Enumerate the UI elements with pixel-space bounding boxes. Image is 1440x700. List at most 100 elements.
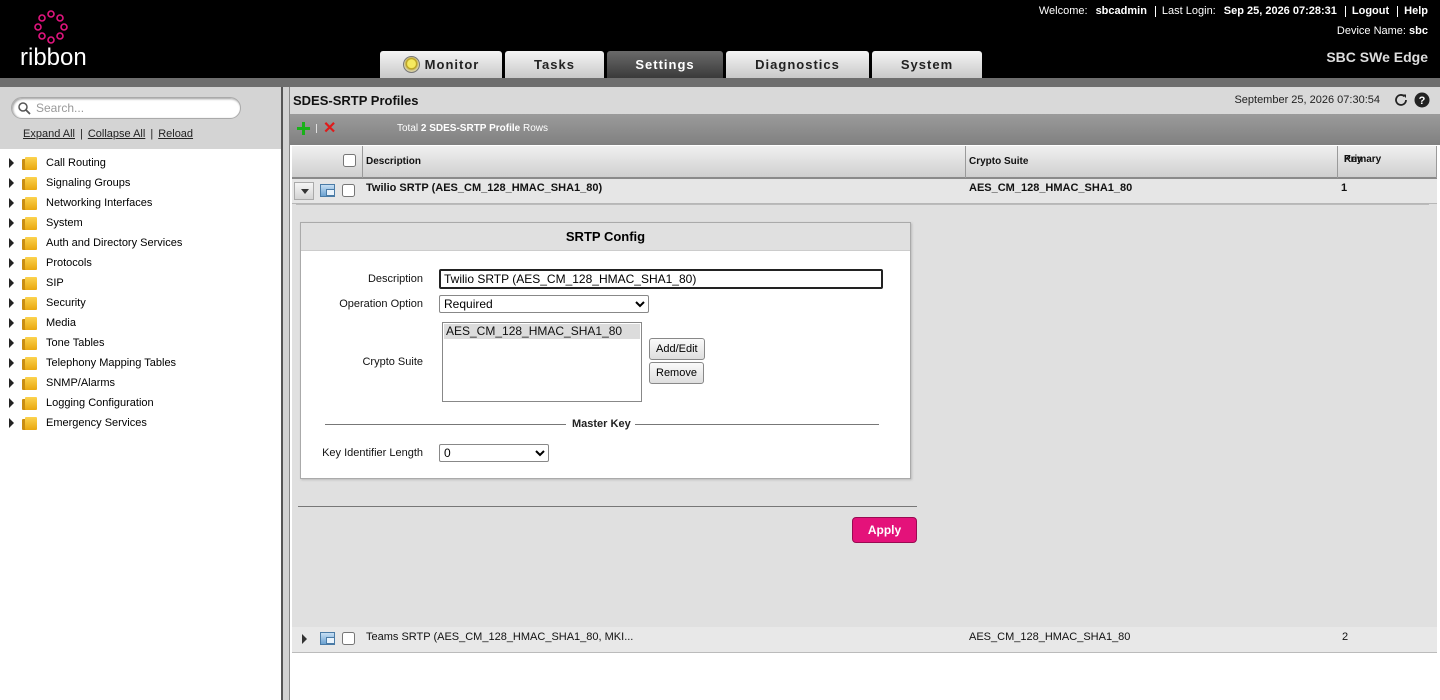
folder-icon [22,376,37,390]
user-bar: Welcome: sbcadmin Last Login: Sep 25, 20… [1039,5,1428,17]
tree-item-media[interactable]: Media [0,313,182,333]
tree-item-signaling-groups[interactable]: Signaling Groups [0,173,182,193]
tree-item-label: Networking Interfaces [46,197,153,209]
monitor-status-icon [402,56,420,73]
expand-arrow-icon[interactable] [9,298,14,308]
folder-icon [22,316,37,330]
expand-arrow-icon[interactable] [9,358,14,368]
tree-item-tone-tables[interactable]: Tone Tables [0,333,182,353]
expand-arrow-icon[interactable] [9,338,14,348]
plus-icon[interactable] [297,122,310,135]
tab-diagnostics[interactable]: Diagnostics [726,51,869,78]
pane-splitter[interactable] [281,87,290,700]
tree-item-label: Telephony Mapping Tables [46,357,177,369]
select-all-checkbox[interactable] [343,154,356,167]
cell-crypto-suite: AES_CM_128_HMAC_SHA1_80 [969,182,1133,194]
folder-icon [22,256,37,270]
row-checkbox[interactable] [342,184,355,197]
expand-row-button[interactable] [294,630,314,648]
tree-item-label: Tone Tables [46,337,105,349]
page-title: SDES-SRTP Profiles [293,93,419,108]
help-link[interactable]: Help [1404,5,1428,17]
divider [1397,5,1399,17]
header-primary-key[interactable]: Primary Key [1338,146,1437,178]
row-detail-panel: SRTP Config Description Operation Option… [292,204,1437,627]
left-navigation: Expand All | Collapse All | Reload Call … [0,87,281,700]
tree-item-snmp-alarms[interactable]: SNMP/Alarms [0,373,182,393]
tree-item-protocols[interactable]: Protocols [0,253,182,273]
table-row[interactable]: Teams SRTP (AES_CM_128_HMAC_SHA1_80, MKI… [292,627,1437,653]
collapse-row-button[interactable] [294,182,314,200]
x-icon[interactable]: ✕ [323,121,336,137]
tree-item-label: SIP [46,277,64,289]
master-key-section-title: Master Key [572,418,631,430]
expand-arrow-icon[interactable] [9,378,14,388]
logout-link[interactable]: Logout [1352,5,1389,17]
tab-settings[interactable]: Settings [607,51,723,78]
tree-item-telephony-mapping-tables[interactable]: Telephony Mapping Tables [0,353,182,373]
tree-item-label: Protocols [46,257,92,269]
expand-arrow-icon[interactable] [9,238,14,248]
reload-link[interactable]: Reload [158,128,193,140]
expand-arrow-icon[interactable] [9,318,14,328]
tab-tasks[interactable]: Tasks [505,51,604,78]
folder-icon [22,336,37,350]
expand-arrow-icon[interactable] [9,158,14,168]
tree-item-label: Emergency Services [46,417,147,429]
row-count: Total 2 SDES-SRTP Profile Rows [397,123,548,134]
tab-label: System [900,57,954,72]
device-name-value: sbc [1409,25,1428,37]
tree-item-system[interactable]: System [0,213,182,233]
refresh-icon[interactable] [1393,92,1409,108]
cell-primary-key: 1 [1341,182,1348,194]
operation-option-label: Operation Option [339,298,423,310]
divider [296,204,1429,205]
expand-arrow-icon[interactable] [9,418,14,428]
tree-item-networking-interfaces[interactable]: Networking Interfaces [0,193,182,213]
remove-button[interactable]: Remove [649,362,704,384]
ribbon-logo-mark [34,10,68,44]
apply-button[interactable]: Apply [852,517,917,543]
row-checkbox[interactable] [342,632,355,645]
collapse-all-link[interactable]: Collapse All [88,128,145,140]
tree-item-call-routing[interactable]: Call Routing [0,153,182,173]
add-edit-button[interactable]: Add/Edit [649,338,705,360]
tree-item-auth-and-directory-services[interactable]: Auth and Directory Services [0,233,182,253]
list-item[interactable]: AES_CM_128_HMAC_SHA1_80 [444,324,640,339]
header-crypto-suite[interactable]: Crypto Suite [966,146,1338,178]
tab-monitor[interactable]: Monitor [380,51,502,78]
expand-arrow-icon[interactable] [9,278,14,288]
tree-item-security[interactable]: Security [0,293,182,313]
tree-item-logging-configuration[interactable]: Logging Configuration [0,393,182,413]
tree-item-emergency-services[interactable]: Emergency Services [0,413,182,433]
tree-item-label: System [46,217,83,229]
last-login-label: Last Login: [1161,5,1216,17]
search-input[interactable] [34,100,234,116]
tab-label: Diagnostics [755,57,840,72]
crypto-suite-list[interactable]: AES_CM_128_HMAC_SHA1_80 [442,322,642,402]
folder-icon [22,416,37,430]
tab-label: Settings [635,57,695,72]
main-panel: SDES-SRTP Profiles September 25, 2026 07… [290,87,1440,700]
folder-icon [22,296,37,310]
header-description[interactable]: Description [363,146,966,178]
tab-system[interactable]: System [872,51,982,78]
tree-item-sip[interactable]: SIP [0,273,182,293]
expand-arrow-icon[interactable] [9,198,14,208]
tree-item-label: Media [46,317,76,329]
header-label-line: Key [1344,154,1363,165]
expand-arrow-icon[interactable] [9,218,14,228]
expand-arrow-icon[interactable] [9,178,14,188]
expand-all-link[interactable]: Expand All [23,128,75,140]
operation-option-select[interactable]: Required [439,295,649,313]
key-identifier-length-select[interactable]: 0 [439,444,549,462]
cell-description: Teams SRTP (AES_CM_128_HMAC_SHA1_80, MKI… [366,631,634,643]
edit-row-icon[interactable] [320,184,335,197]
help-icon[interactable]: ? [1414,92,1430,108]
tab-label: Tasks [534,57,575,72]
expand-arrow-icon[interactable] [9,258,14,268]
description-field[interactable] [439,269,883,289]
edit-row-icon[interactable] [320,632,335,645]
expand-arrow-icon[interactable] [9,398,14,408]
table-row[interactable]: Twilio SRTP (AES_CM_128_HMAC_SHA1_80) AE… [292,179,1437,204]
